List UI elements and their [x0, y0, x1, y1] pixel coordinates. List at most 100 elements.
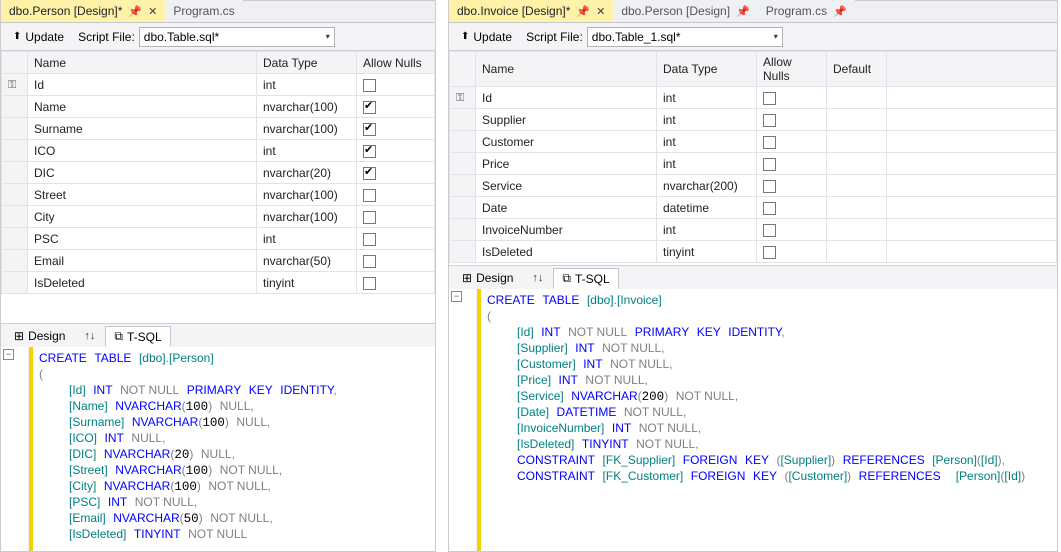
- row-header[interactable]: [2, 228, 28, 250]
- checkbox[interactable]: [763, 158, 776, 171]
- cell-name[interactable]: Id: [476, 87, 657, 109]
- checkbox[interactable]: [363, 233, 376, 246]
- outline-toggle-icon[interactable]: −: [3, 349, 14, 360]
- document-tab[interactable]: dbo.Person [Design]📌: [613, 0, 757, 22]
- row-header[interactable]: [450, 153, 476, 175]
- table-row[interactable]: Citynvarchar(100): [2, 206, 435, 228]
- table-row[interactable]: DICnvarchar(20): [2, 162, 435, 184]
- cell-name[interactable]: DIC: [28, 162, 257, 184]
- row-header[interactable]: [2, 206, 28, 228]
- cell-name[interactable]: Supplier: [476, 109, 657, 131]
- tab-tsql[interactable]: ⧉ T-SQL: [105, 326, 170, 347]
- document-tab[interactable]: Program.cs📌: [758, 0, 855, 22]
- cell-name[interactable]: Date: [476, 197, 657, 219]
- cell-name[interactable]: Name: [28, 96, 257, 118]
- checkbox[interactable]: [763, 136, 776, 149]
- cell-datatype[interactable]: datetime: [657, 197, 757, 219]
- cell-datatype[interactable]: int: [257, 228, 357, 250]
- pin-icon[interactable]: 📌: [128, 5, 142, 18]
- checkbox[interactable]: [363, 101, 376, 114]
- row-header[interactable]: [450, 109, 476, 131]
- update-button[interactable]: ⬆ Update: [455, 28, 518, 46]
- row-header[interactable]: [2, 184, 28, 206]
- close-icon[interactable]: ✕: [148, 5, 157, 18]
- cell-datatype[interactable]: tinyint: [657, 241, 757, 263]
- table-row[interactable]: IsDeletedtinyint: [450, 241, 1057, 263]
- col-name-header[interactable]: Name: [28, 52, 257, 74]
- cell-name[interactable]: Surname: [28, 118, 257, 140]
- cell-allownulls[interactable]: [357, 228, 435, 250]
- cell-datatype[interactable]: int: [257, 74, 357, 96]
- checkbox[interactable]: [763, 224, 776, 237]
- cell-datatype[interactable]: nvarchar(100): [257, 96, 357, 118]
- checkbox[interactable]: [363, 277, 376, 290]
- table-row[interactable]: IsDeletedtinyint: [2, 272, 435, 294]
- cell-name[interactable]: ICO: [28, 140, 257, 162]
- cell-name[interactable]: IsDeleted: [476, 241, 657, 263]
- table-row[interactable]: Priceint: [450, 153, 1057, 175]
- cell-allownulls[interactable]: [757, 131, 827, 153]
- col-datatype-header[interactable]: Data Type: [257, 52, 357, 74]
- cell-allownulls[interactable]: [757, 241, 827, 263]
- row-header[interactable]: [450, 219, 476, 241]
- cell-name[interactable]: Service: [476, 175, 657, 197]
- document-tab[interactable]: Program.cs: [165, 0, 242, 22]
- checkbox[interactable]: [763, 246, 776, 259]
- cell-datatype[interactable]: nvarchar(100): [257, 184, 357, 206]
- sql-code[interactable]: CREATE TABLE [dbo].[Invoice] ( [Id] INT …: [481, 289, 1057, 551]
- cell-allownulls[interactable]: [757, 197, 827, 219]
- cell-name[interactable]: PSC: [28, 228, 257, 250]
- table-row[interactable]: InvoiceNumberint: [450, 219, 1057, 241]
- col-default-header[interactable]: Default: [827, 52, 887, 87]
- cell-name[interactable]: Price: [476, 153, 657, 175]
- cell-default[interactable]: [827, 219, 887, 241]
- cell-default[interactable]: [827, 153, 887, 175]
- swap-panes-button[interactable]: ↑↓: [78, 330, 101, 342]
- cell-name[interactable]: IsDeleted: [28, 272, 257, 294]
- cell-datatype[interactable]: int: [257, 140, 357, 162]
- col-allownulls-header[interactable]: Allow Nulls: [357, 52, 435, 74]
- cell-allownulls[interactable]: [757, 219, 827, 241]
- row-header[interactable]: [450, 131, 476, 153]
- pin-icon[interactable]: 📌: [576, 5, 590, 18]
- cell-allownulls[interactable]: [757, 175, 827, 197]
- close-icon[interactable]: ✕: [596, 5, 605, 18]
- cell-datatype[interactable]: nvarchar(50): [257, 250, 357, 272]
- cell-default[interactable]: [827, 241, 887, 263]
- cell-name[interactable]: Street: [28, 184, 257, 206]
- row-header[interactable]: [2, 272, 28, 294]
- cell-default[interactable]: [827, 197, 887, 219]
- table-row[interactable]: Streetnvarchar(100): [2, 184, 435, 206]
- row-header[interactable]: [2, 140, 28, 162]
- document-tab[interactable]: dbo.Invoice [Design]*📌✕: [449, 0, 613, 22]
- row-header[interactable]: ⚿: [2, 74, 28, 96]
- row-header[interactable]: [450, 197, 476, 219]
- sql-code[interactable]: CREATE TABLE [dbo].[Person] ( [Id] INT N…: [33, 347, 435, 551]
- cell-allownulls[interactable]: [357, 96, 435, 118]
- checkbox[interactable]: [363, 79, 376, 92]
- swap-panes-button[interactable]: ↑↓: [526, 272, 549, 284]
- pin-icon[interactable]: 📌: [833, 5, 847, 18]
- cell-allownulls[interactable]: [357, 272, 435, 294]
- table-row[interactable]: Customerint: [450, 131, 1057, 153]
- checkbox[interactable]: [363, 189, 376, 202]
- cell-datatype[interactable]: int: [657, 153, 757, 175]
- row-header[interactable]: [2, 162, 28, 184]
- cell-datatype[interactable]: nvarchar(100): [257, 118, 357, 140]
- table-row[interactable]: PSCint: [2, 228, 435, 250]
- table-row[interactable]: Emailnvarchar(50): [2, 250, 435, 272]
- outline-toggle-icon[interactable]: −: [451, 291, 462, 302]
- cell-name[interactable]: City: [28, 206, 257, 228]
- cell-datatype[interactable]: nvarchar(200): [657, 175, 757, 197]
- cell-datatype[interactable]: int: [657, 87, 757, 109]
- row-header[interactable]: [2, 96, 28, 118]
- cell-allownulls[interactable]: [357, 184, 435, 206]
- cell-allownulls[interactable]: [357, 118, 435, 140]
- table-row[interactable]: Surnamenvarchar(100): [2, 118, 435, 140]
- cell-datatype[interactable]: int: [657, 131, 757, 153]
- cell-allownulls[interactable]: [357, 140, 435, 162]
- table-row[interactable]: Servicenvarchar(200): [450, 175, 1057, 197]
- cell-allownulls[interactable]: [757, 87, 827, 109]
- col-datatype-header[interactable]: Data Type: [657, 52, 757, 87]
- sql-editor[interactable]: − CREATE TABLE [dbo].[Person] ( [Id] INT…: [1, 347, 435, 551]
